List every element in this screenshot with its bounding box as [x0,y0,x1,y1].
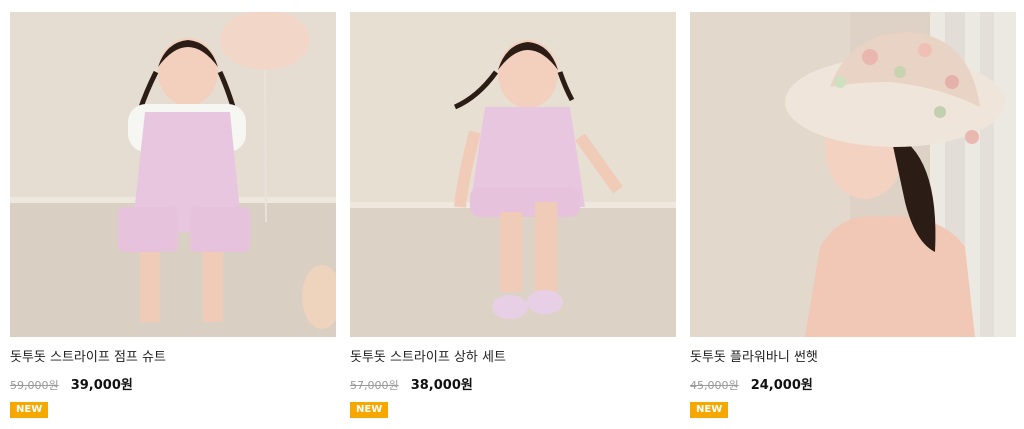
photo-set [350,12,676,337]
sale-price: 38,000원 [410,378,473,393]
product-image[interactable] [350,12,676,337]
product-card[interactable]: 돗투돗 스트라이프 상하 세트 57,000원 38,000원 NEW [350,12,676,418]
sale-price: 24,000원 [750,378,813,393]
product-image[interactable] [690,12,1016,337]
product-grid: 돗투돗 스트라이프 점프 슈트 59,000원 39,000원 NEW 돗투돗 … [0,0,1024,429]
new-badge: NEW [690,402,729,418]
sale-price: 39,000원 [70,378,133,393]
product-card[interactable]: 돗투돗 플라워바니 썬햇 45,000원 24,000원 NEW [690,12,1016,418]
original-price: 59,000원 [10,379,59,392]
product-name[interactable]: 돗투돗 플라워바니 썬햇 [690,349,1016,367]
price-row: 59,000원 39,000원 [10,375,336,393]
price-row: 57,000원 38,000원 [350,375,676,393]
new-badge: NEW [350,402,389,418]
product-name[interactable]: 돗투돗 스트라이프 점프 슈트 [10,349,336,367]
photo-sunhat [690,12,1016,337]
new-badge: NEW [10,402,49,418]
original-price: 45,000원 [690,379,739,392]
photo-jumpsuit [10,12,336,337]
product-image[interactable] [10,12,336,337]
product-card[interactable]: 돗투돗 스트라이프 점프 슈트 59,000원 39,000원 NEW [10,12,336,418]
original-price: 57,000원 [350,379,399,392]
price-row: 45,000원 24,000원 [690,375,1016,393]
product-name[interactable]: 돗투돗 스트라이프 상하 세트 [350,349,676,367]
